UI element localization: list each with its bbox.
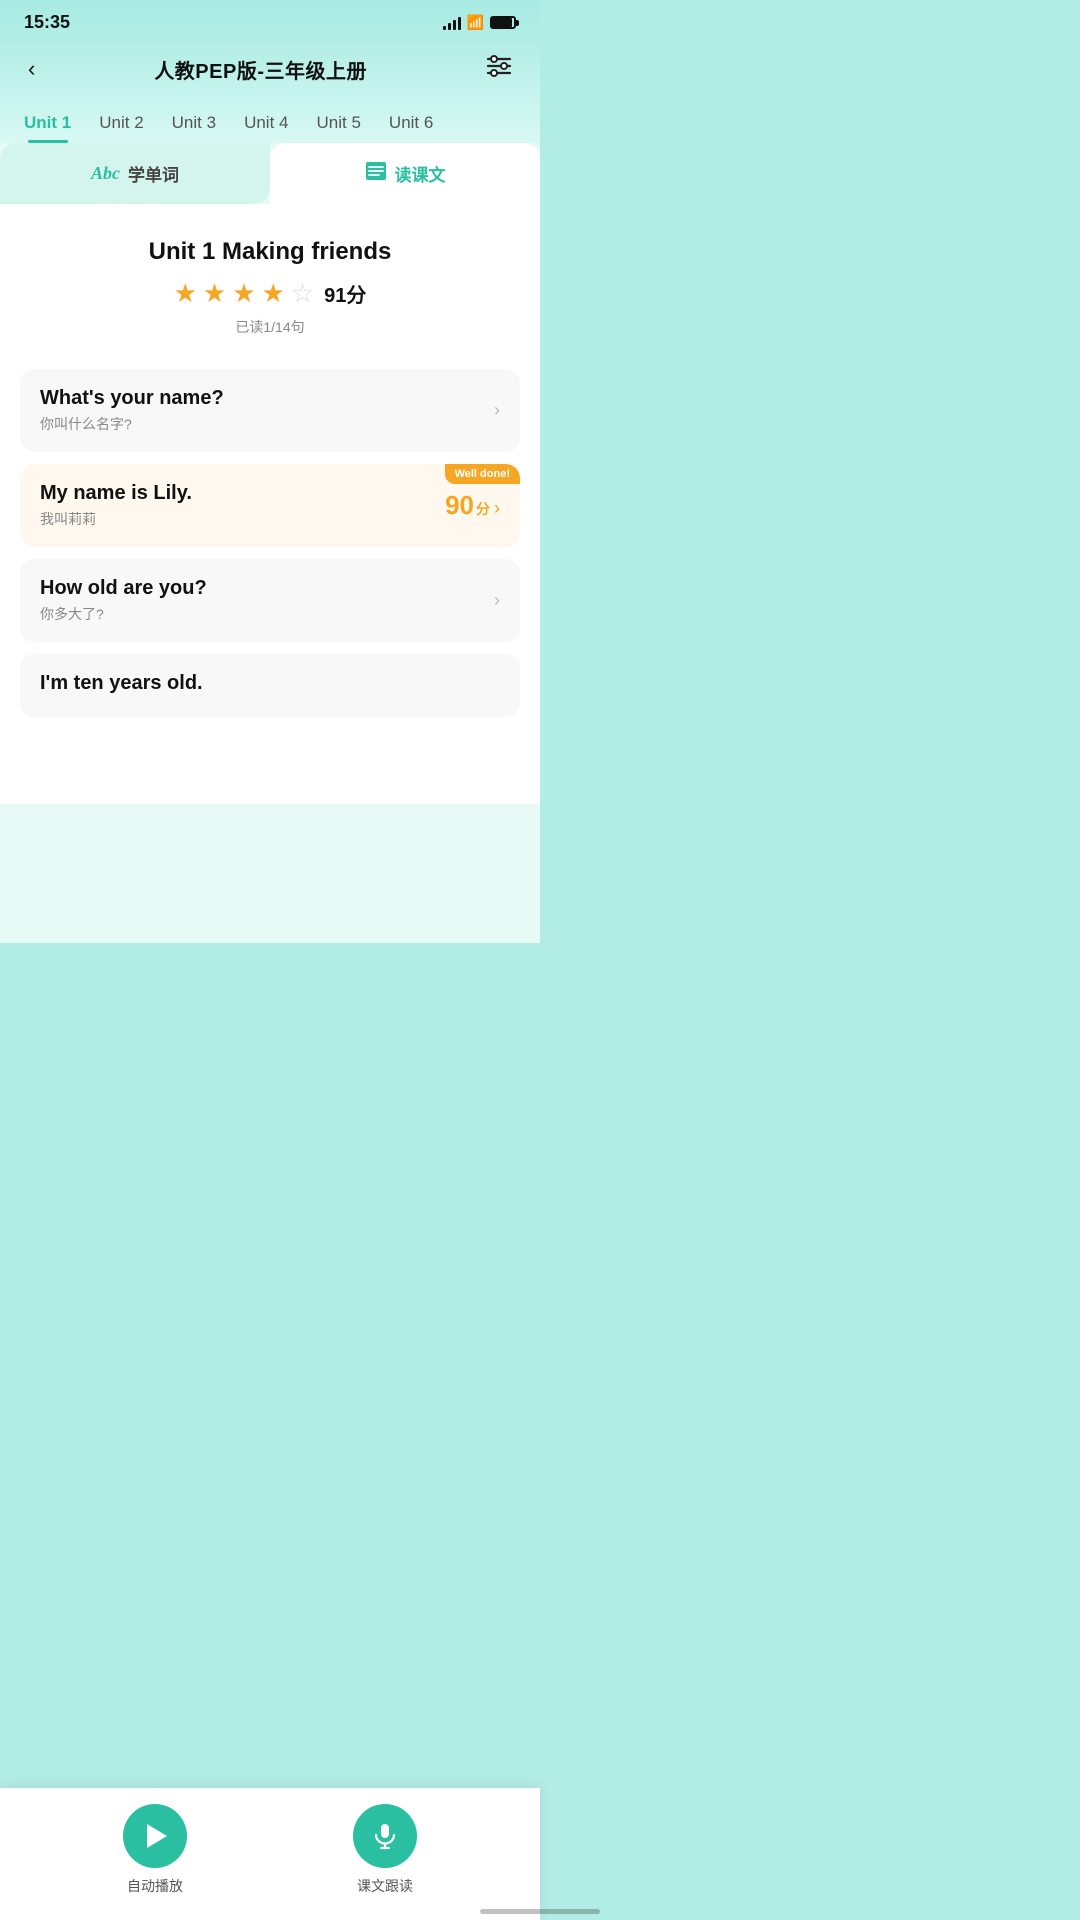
- star-3: ★: [232, 278, 255, 309]
- chevron-score-icon: ›: [494, 498, 500, 519]
- play-icon: [147, 1824, 167, 1848]
- status-time: 15:35: [24, 12, 70, 33]
- unit-tabs-container: Unit 1 Unit 2 Unit 3 Unit 4 Unit 5 Unit …: [0, 101, 540, 143]
- sentence-card-4[interactable]: I'm ten years old.: [20, 654, 520, 717]
- well-done-badge: Well done!: [445, 464, 520, 484]
- sentence-text-3: How old are you? 你多大了?: [40, 577, 494, 624]
- filter-button[interactable]: [478, 51, 520, 87]
- status-bar: 15:35 📶: [0, 0, 540, 41]
- sentence-cn-1: 你叫什么名字?: [40, 414, 494, 434]
- play-circle: [123, 1804, 187, 1868]
- progress-text: 已读1/14句: [20, 317, 520, 337]
- sentence-text-4: I'm ten years old.: [40, 672, 500, 699]
- score-num-2: 90: [445, 490, 474, 521]
- back-button[interactable]: ‹: [20, 52, 43, 86]
- star-1: ★: [174, 278, 197, 309]
- auto-play-button[interactable]: 自动播放: [123, 1804, 187, 1896]
- book-icon: [365, 161, 387, 186]
- mic-icon: [371, 1822, 399, 1850]
- sentence-en-1: What's your name?: [40, 387, 494, 410]
- star-4: ★: [262, 278, 285, 309]
- sentence-text-2: My name is Lily. 我叫莉莉: [40, 482, 445, 529]
- tab-unit1[interactable]: Unit 1: [10, 101, 85, 143]
- mic-label: 课文跟读: [357, 1876, 413, 1896]
- sentence-card-3[interactable]: How old are you? 你多大了? ›: [20, 559, 520, 642]
- wifi-icon: 📶: [467, 14, 484, 31]
- unit-tabs: Unit 1 Unit 2 Unit 3 Unit 4 Unit 5 Unit …: [10, 101, 530, 143]
- bottom-bar: 自动播放 课文跟读: [0, 1788, 540, 1920]
- sentence-list: What's your name? 你叫什么名字? › Well done! M…: [20, 369, 520, 717]
- tab-vocab[interactable]: Abc 学单词: [0, 143, 270, 204]
- battery-icon: [490, 16, 516, 29]
- follow-read-button[interactable]: 课文跟读: [353, 1804, 417, 1896]
- sentence-card-1[interactable]: What's your name? 你叫什么名字? ›: [20, 369, 520, 452]
- mic-circle: [353, 1804, 417, 1868]
- status-icons: 📶: [443, 14, 516, 31]
- score-badge-2: 90 分 ›: [445, 490, 500, 521]
- sentence-en-2: My name is Lily.: [40, 482, 445, 505]
- sentence-card-2[interactable]: Well done! My name is Lily. 我叫莉莉 90 分 ›: [20, 464, 520, 547]
- home-indicator: [480, 1909, 600, 1914]
- main-content: Abc 学单词 读课文 Unit 1 Making friends ★ ★ ★: [0, 143, 540, 943]
- star-5: ☆: [291, 278, 314, 309]
- page-title: 人教PEP版-三年级上册: [154, 55, 367, 84]
- sentence-en-3: How old are you?: [40, 577, 494, 600]
- unit-main-title: Unit 1 Making friends: [20, 238, 520, 266]
- unit-title-section: Unit 1 Making friends ★ ★ ★ ★ ☆ 91分 已读1/…: [20, 228, 520, 353]
- play-label: 自动播放: [127, 1876, 183, 1896]
- tab-unit6[interactable]: Unit 6: [375, 101, 447, 143]
- star-2: ★: [203, 278, 226, 309]
- sentence-en-4: I'm ten years old.: [40, 672, 500, 695]
- signal-icon: [443, 16, 461, 30]
- sentence-text-1: What's your name? 你叫什么名字?: [40, 387, 494, 434]
- tab-unit2[interactable]: Unit 2: [85, 101, 157, 143]
- tab-unit5[interactable]: Unit 5: [303, 101, 375, 143]
- stars-row: ★ ★ ★ ★ ☆ 91分: [20, 278, 520, 309]
- tab-unit4[interactable]: Unit 4: [230, 101, 302, 143]
- sentence-cn-2: 我叫莉莉: [40, 509, 445, 529]
- chevron-right-icon-1: ›: [494, 400, 500, 421]
- tab-text[interactable]: 读课文: [270, 143, 540, 204]
- sentence-cn-3: 你多大了?: [40, 604, 494, 624]
- sub-tabs: Abc 学单词 读课文: [0, 143, 540, 204]
- chevron-right-icon-3: ›: [494, 590, 500, 611]
- abc-icon: Abc: [91, 163, 120, 184]
- score-display: 91分: [324, 279, 366, 308]
- score-fen-2: 分: [476, 499, 490, 519]
- tab-unit3[interactable]: Unit 3: [158, 101, 230, 143]
- header: ‹ 人教PEP版-三年级上册: [0, 41, 540, 101]
- content-card: Unit 1 Making friends ★ ★ ★ ★ ☆ 91分 已读1/…: [0, 204, 540, 804]
